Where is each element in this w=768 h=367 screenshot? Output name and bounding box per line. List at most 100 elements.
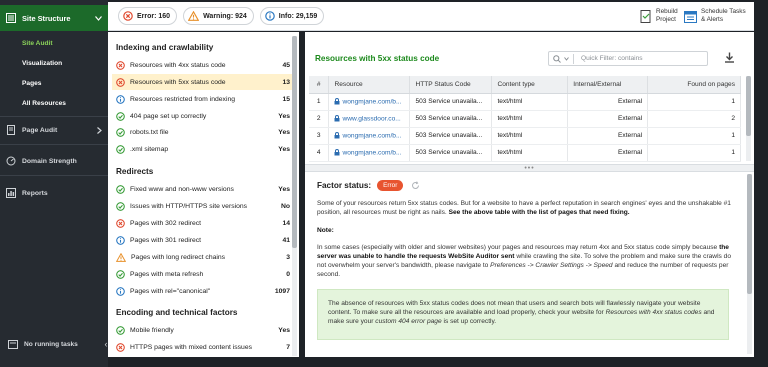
panel-splitter[interactable]: ••• — [305, 164, 754, 172]
error-icon — [116, 342, 125, 352]
resource-cell[interactable]: wongmjane.com/b... — [328, 144, 411, 162]
details-scrollbar[interactable] — [747, 174, 752, 354]
found-on-pages-cell: 2 — [647, 110, 741, 128]
check-icon — [116, 325, 125, 335]
note-text-part: In some cases (especially with older and… — [317, 244, 718, 251]
issue-row[interactable]: Resources restricted from indexing 15 — [112, 91, 294, 107]
issue-row[interactable]: Pages with long redirect chains 3 — [112, 249, 294, 265]
resource-cell[interactable]: wongmjane.com/b... — [328, 93, 411, 111]
schedule-tasks-button[interactable]: Schedule Tasks & Alerts — [684, 8, 746, 24]
issue-row[interactable]: Pages with 302 redirect 14 — [112, 215, 294, 231]
issue-row[interactable]: Fixed www and non-www versions Yes — [112, 181, 294, 197]
info-icon — [116, 235, 125, 245]
warning-filter-button[interactable]: Warning: 924 — [183, 7, 254, 25]
toolbar: Error: 160 Warning: 924 Info: 29,159 Reb… — [108, 2, 754, 31]
resource-url[interactable]: wongmjane.com/b... — [342, 132, 401, 139]
chevron-down-icon — [95, 15, 102, 21]
issue-row[interactable]: robots.txt file Yes — [112, 124, 294, 140]
quick-filter-placeholder: Quick Filter: contains — [581, 55, 643, 62]
tip-text: is set up correctly. — [443, 318, 497, 325]
issues-panel: Indexing and crawlability Resources with… — [108, 32, 299, 357]
status-badge: Error — [377, 180, 404, 191]
internal-external-cell: External — [567, 144, 649, 162]
issue-row[interactable]: Pages with rel="canonical" 1097 — [112, 283, 294, 299]
tip-link-4xx[interactable]: Resources with 4xx status codes — [606, 309, 702, 316]
table-scrollbar[interactable] — [746, 76, 751, 161]
sidebar-item-pages[interactable]: Pages — [0, 73, 108, 93]
domain-strength-icon — [6, 156, 16, 166]
issue-label: Issues with HTTP/HTTPS site versions — [130, 202, 248, 210]
resource-cell[interactable]: wongmjane.com/b... — [328, 127, 411, 145]
column-header-http-status[interactable]: HTTP Status Code — [409, 76, 493, 94]
tip-link-404-page[interactable]: custom 404 error page — [375, 318, 441, 325]
sidebar-item-domain-strength[interactable]: Domain Strength — [0, 148, 108, 174]
warning-icon — [188, 11, 200, 21]
sidebar-item-visualization[interactable]: Visualization — [0, 53, 108, 73]
table-row[interactable]: 3 wongmjane.com/b... 503 Service unavail… — [309, 127, 741, 145]
http-status-cell: 503 Service unavaila... — [409, 144, 493, 162]
issue-row[interactable]: Mobile friendly Yes — [112, 322, 294, 338]
sidebar-item-reports[interactable]: Reports — [0, 180, 108, 206]
issue-row[interactable]: HTTPS pages with mixed content issues 7 — [112, 339, 294, 355]
issue-count: 3 — [286, 253, 290, 261]
section-title: Encoding and technical factors — [116, 308, 238, 317]
scroll-thumb[interactable] — [746, 76, 751, 136]
quick-filter-input[interactable]: Quick Filter: contains — [548, 51, 708, 66]
issue-label: Pages with 302 redirect — [130, 219, 202, 227]
sidebar-item-page-audit[interactable]: Page Audit — [0, 117, 108, 143]
table-row[interactable]: 4 wongmjane.com/b... 503 Service unavail… — [309, 144, 741, 162]
resource-url[interactable]: wongmjane.com/b... — [342, 149, 401, 156]
table-row[interactable]: 1 wongmjane.com/b... 503 Service unavail… — [309, 93, 741, 111]
error-filter-button[interactable]: Error: 160 — [118, 7, 178, 25]
sidebar-item-site-audit[interactable]: Site Audit — [0, 33, 108, 53]
column-header-number[interactable]: # — [309, 76, 330, 94]
issue-count: Yes — [278, 112, 290, 120]
issue-count: 45 — [282, 61, 290, 69]
issue-row[interactable]: Pages with 301 redirect 41 — [112, 232, 294, 248]
resource-url[interactable]: wongmjane.com/b... — [342, 98, 401, 105]
issue-row-selected[interactable]: Resources with 5xx status code 13 — [112, 74, 294, 90]
issue-label: 404 page set up correctly — [130, 112, 207, 120]
issue-count: 15 — [282, 95, 290, 103]
issue-count: 13 — [282, 78, 290, 86]
http-status-cell: 503 Service unavaila... — [409, 93, 493, 111]
reports-icon — [6, 188, 16, 198]
chevron-right-icon — [97, 126, 102, 134]
issue-count: 41 — [282, 236, 290, 244]
chevron-down-icon[interactable] — [564, 56, 569, 61]
note-title: Note: — [317, 227, 334, 234]
refresh-icon[interactable] — [411, 181, 420, 190]
issue-row[interactable]: Pages with meta refresh 0 — [112, 266, 294, 282]
resource-url[interactable]: www.glassdoor.co... — [342, 115, 400, 122]
section-title: Indexing and crawlability — [116, 43, 214, 52]
factor-status: Factor status: Error — [317, 180, 420, 191]
column-header-internal-external[interactable]: Internal/External — [567, 76, 649, 94]
scroll-thumb[interactable] — [292, 36, 297, 248]
warning-icon — [116, 252, 126, 262]
lock-icon — [334, 97, 340, 105]
task-status[interactable]: No running tasks — [0, 334, 108, 354]
column-header-content-type[interactable]: Content type — [491, 76, 569, 94]
info-icon — [116, 94, 125, 104]
issues-scrollbar[interactable] — [292, 36, 297, 356]
info-count: Info: 29,159 — [278, 12, 318, 20]
export-button[interactable] — [724, 52, 735, 63]
issue-row[interactable]: Resources with 4xx status code 45 — [112, 57, 294, 73]
info-filter-button[interactable]: Info: 29,159 — [259, 7, 325, 25]
column-header-found-on-pages[interactable]: Found on pages — [647, 76, 741, 94]
issue-row[interactable]: Issues with HTTP/HTTPS site versions No — [112, 198, 294, 214]
factor-description: Some of your resources return 5xx status… — [317, 199, 733, 217]
scroll-thumb[interactable] — [747, 174, 752, 294]
issue-row[interactable]: 404 page set up correctly Yes — [112, 108, 294, 124]
issue-row[interactable]: .xml sitemap Yes — [112, 141, 294, 157]
rebuild-icon — [640, 9, 652, 23]
lock-icon — [334, 114, 340, 122]
issue-label: Pages with meta refresh — [130, 270, 204, 278]
resource-cell[interactable]: www.glassdoor.co... — [328, 110, 411, 128]
column-header-resource[interactable]: Resource — [328, 76, 411, 94]
issue-count: Yes — [278, 128, 290, 136]
table-row[interactable]: 2 www.glassdoor.co... 503 Service unavai… — [309, 110, 741, 128]
sidebar-item-site-structure[interactable]: Site Structure — [0, 5, 108, 31]
sidebar-item-all-resources[interactable]: All Resources — [0, 93, 108, 113]
rebuild-project-button[interactable]: Rebuild Project — [640, 8, 678, 24]
